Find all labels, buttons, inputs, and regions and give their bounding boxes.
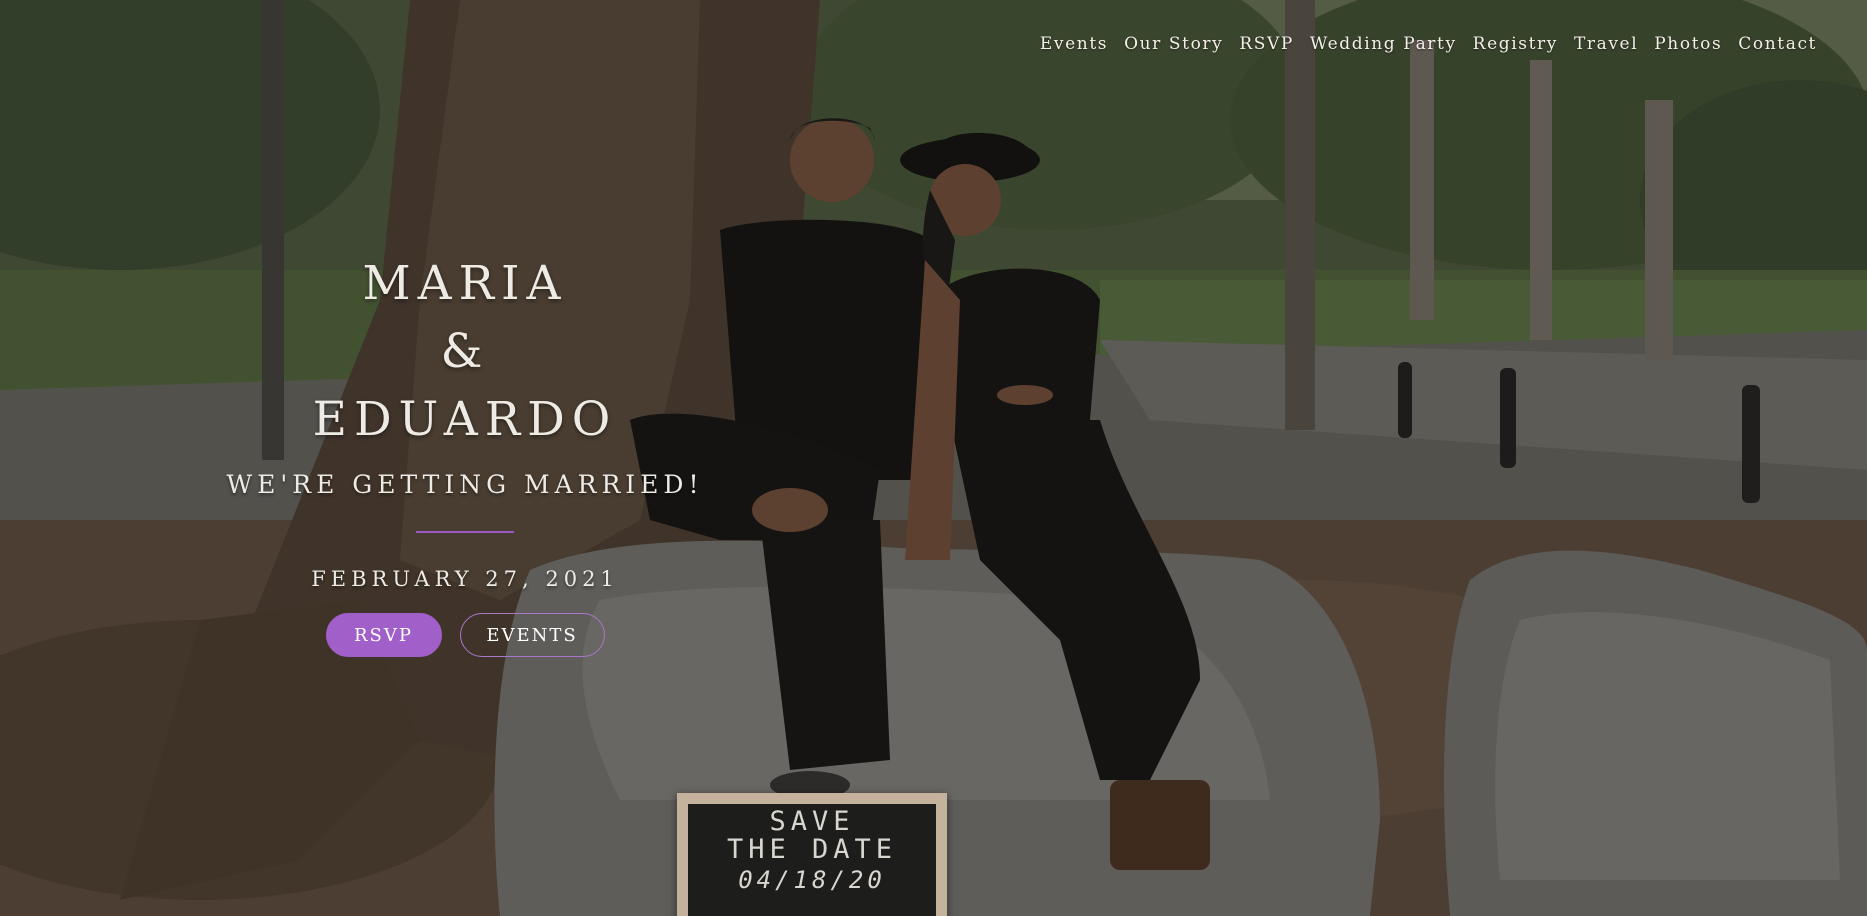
wedding-date: FEBRUARY 27, 2021 [311, 567, 619, 591]
top-nav: Events Our Story RSVP Wedding Party Regi… [1032, 30, 1825, 58]
hero-headline: MARIA & EDUARDO WE'RE GETTING MARRIED! F… [160, 250, 770, 657]
save-the-date-sign: SAVE THE DATE 04/18/20 [677, 793, 947, 916]
chalkboard: SAVE THE DATE 04/18/20 [688, 804, 936, 916]
sign-line-2: THE DATE [726, 834, 898, 865]
nav-item-contact[interactable]: Contact [1730, 30, 1825, 58]
nav-item-travel[interactable]: Travel [1566, 30, 1646, 58]
events-button[interactable]: EVENTS [459, 613, 605, 657]
rsvp-button[interactable]: RSVP [325, 613, 442, 657]
tagline: WE'RE GETTING MARRIED! [226, 470, 704, 499]
nav-item-rsvp[interactable]: RSVP [1231, 30, 1302, 58]
ampersand: & [440, 324, 490, 379]
sign-date: 04/18/20 [738, 866, 886, 894]
sign-line-1: SAVE [769, 806, 855, 837]
nav-item-registry[interactable]: Registry [1465, 30, 1566, 58]
nav-item-wedding-party[interactable]: Wedding Party [1302, 30, 1465, 58]
nav-item-events[interactable]: Events [1032, 30, 1116, 58]
hero-buttons: RSVP EVENTS [160, 613, 770, 657]
partner-name-1: MARIA [362, 256, 568, 311]
partner-name-2: EDUARDO [312, 392, 618, 447]
divider-line [416, 531, 514, 533]
nav-item-photos[interactable]: Photos [1646, 30, 1730, 58]
hero-section: Events Our Story RSVP Wedding Party Regi… [0, 0, 1867, 916]
nav-item-our-story[interactable]: Our Story [1116, 30, 1231, 58]
